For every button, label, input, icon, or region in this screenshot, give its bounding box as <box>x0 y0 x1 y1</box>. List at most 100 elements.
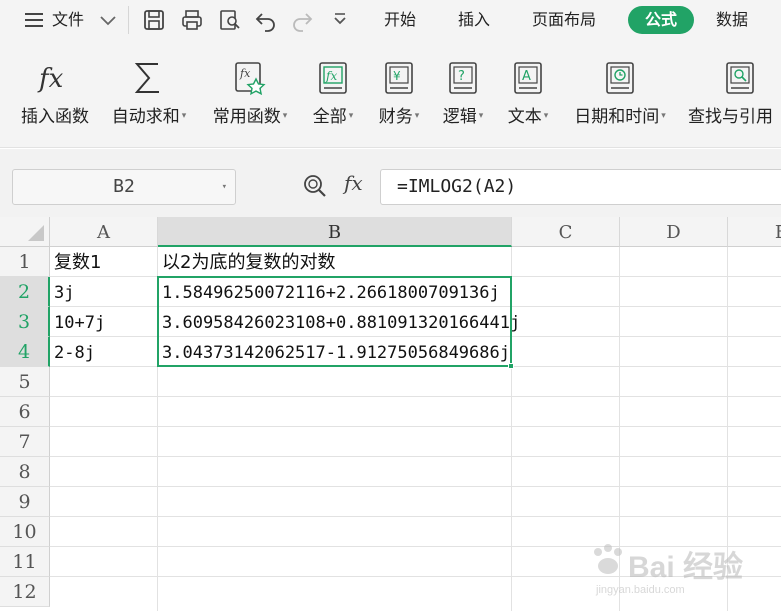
formula-input[interactable]: =IMLOG2(A2) <box>380 169 781 205</box>
row-header-6[interactable]: 6 <box>0 397 50 427</box>
caret-down-icon: ▾ <box>543 111 549 121</box>
grid-line <box>511 247 512 611</box>
insert-function-button[interactable]: fx 插入函数 <box>14 40 96 148</box>
row-header-4[interactable]: 4 <box>0 337 50 367</box>
paw-logo-icon <box>594 544 622 574</box>
fx-icon: fx <box>37 60 73 96</box>
undo-icon[interactable] <box>254 8 278 32</box>
cell-b1[interactable]: 以2为底的复数的对数 <box>162 247 335 277</box>
lookup-reference-label: 查找与引用 <box>688 107 773 127</box>
book-a-icon: A <box>510 60 546 96</box>
cell-b3[interactable]: 3.60958426023108+0.881091320166441j <box>162 307 520 337</box>
grid-line <box>50 426 781 427</box>
menu-bar: 文件 开始 插入 页面布局 公式 数据 <box>0 0 781 40</box>
zoom-search-icon[interactable] <box>302 173 328 199</box>
cell-b2[interactable]: 1.58496250072116+2.2661800709136j <box>162 277 500 307</box>
book-question-icon: ? <box>445 60 481 96</box>
row-header-3[interactable]: 3 <box>0 307 50 337</box>
star-function-icon: fx <box>232 60 268 96</box>
text-functions-label: 文本 <box>507 107 542 127</box>
cell-b4[interactable]: 3.04373142062517-1.91275056849686j <box>162 337 510 367</box>
redo-icon[interactable] <box>290 8 314 32</box>
row-header-1[interactable]: 1 <box>0 247 50 277</box>
print-preview-icon[interactable] <box>218 8 242 32</box>
file-menu[interactable]: 文件 <box>52 0 84 40</box>
caret-down-icon: ▾ <box>348 111 354 121</box>
hamburger-menu-icon[interactable] <box>22 8 46 32</box>
ribbon-toolbar: fx 插入函数 自动求和 ▾ fx 常用函数 ▾ fx 全部 ▾ ¥ 财务 ▾ ? 逻辑… <box>0 40 781 148</box>
column-header-a[interactable]: A <box>50 217 158 247</box>
all-functions-button[interactable]: fx 全部 ▾ <box>306 40 360 148</box>
customize-toolbar-icon[interactable] <box>328 8 352 32</box>
row-header-11[interactable]: 11 <box>0 547 50 577</box>
book-clock-icon <box>602 60 638 96</box>
name-box[interactable]: B2 ▾ <box>12 169 236 205</box>
common-functions-label: 常用函数 <box>212 107 281 127</box>
row-header-2[interactable]: 2 <box>0 277 50 307</box>
grid-line <box>157 247 158 611</box>
row-header-12[interactable]: 12 <box>0 577 50 607</box>
tab-insert[interactable]: 插入 <box>458 0 490 40</box>
lookup-reference-button[interactable]: 查找与引用 <box>686 40 781 148</box>
date-time-label: 日期和时间 <box>574 107 660 127</box>
save-icon[interactable] <box>142 8 166 32</box>
chevron-down-icon[interactable] <box>96 8 120 32</box>
baidu-jingyan-watermark: Bai 经验 jingyan.baidu.com <box>588 540 748 600</box>
fx-insert-function-icon[interactable]: fx <box>344 171 363 195</box>
all-functions-label: 全部 <box>312 107 347 127</box>
fill-handle[interactable] <box>508 363 514 369</box>
caret-down-icon: ▾ <box>478 111 484 121</box>
book-fx-icon: fx <box>315 60 351 96</box>
logical-button[interactable]: ? 逻辑 ▾ <box>436 40 490 148</box>
formula-bar: B2 ▾ fx =IMLOG2(A2) <box>0 149 781 217</box>
grid-line <box>50 456 781 457</box>
svg-text:A: A <box>522 69 531 84</box>
column-header-e[interactable]: E <box>728 217 781 247</box>
cell-a3[interactable]: 10+7j <box>54 307 105 337</box>
row-header-9[interactable]: 9 <box>0 487 50 517</box>
svg-text:fx: fx <box>37 64 64 94</box>
grid-line <box>50 396 781 397</box>
book-search-icon <box>722 60 758 96</box>
svg-text:?: ? <box>458 69 465 84</box>
watermark-text: Bai 经验 <box>628 551 744 584</box>
row-header-10[interactable]: 10 <box>0 517 50 547</box>
text-functions-button[interactable]: A 文本 ▾ <box>500 40 556 148</box>
row-header-7[interactable]: 7 <box>0 427 50 457</box>
svg-text:fx: fx <box>239 67 251 80</box>
common-functions-button[interactable]: fx 常用函数 ▾ <box>204 40 296 148</box>
caret-down-icon[interactable]: ▾ <box>222 170 227 204</box>
cell-a4[interactable]: 2-8j <box>54 337 95 367</box>
insert-function-label: 插入函数 <box>21 107 89 127</box>
column-header-b[interactable]: B <box>158 217 512 247</box>
caret-down-icon: ▾ <box>282 111 288 121</box>
autosum-button[interactable]: 自动求和 ▾ <box>104 40 194 148</box>
column-header-d[interactable]: D <box>620 217 728 247</box>
autosum-label: 自动求和 <box>111 107 180 127</box>
tab-formulas[interactable]: 公式 <box>628 6 694 34</box>
name-box-value: B2 <box>113 176 135 197</box>
select-all-corner[interactable] <box>0 217 50 247</box>
grid-line <box>50 486 781 487</box>
tab-home[interactable]: 开始 <box>384 0 416 40</box>
caret-down-icon: ▾ <box>661 111 666 121</box>
watermark-url: jingyan.baidu.com <box>596 584 685 596</box>
row-header-5[interactable]: 5 <box>0 367 50 397</box>
svg-text:fx: fx <box>325 69 337 83</box>
financial-label: 财务 <box>378 107 413 127</box>
tab-page-layout[interactable]: 页面布局 <box>532 0 596 40</box>
date-time-button[interactable]: 日期和时间 ▾ <box>566 40 674 148</box>
grid-line <box>50 516 781 517</box>
sigma-icon <box>131 60 167 96</box>
column-header-c[interactable]: C <box>512 217 620 247</box>
row-header-8[interactable]: 8 <box>0 457 50 487</box>
book-yen-icon: ¥ <box>381 60 417 96</box>
cell-a2[interactable]: 3j <box>54 277 74 307</box>
logical-label: 逻辑 <box>442 107 477 127</box>
financial-button[interactable]: ¥ 财务 ▾ <box>372 40 426 148</box>
cell-a1[interactable]: 复数1 <box>54 247 101 277</box>
svg-text:¥: ¥ <box>393 69 401 83</box>
caret-down-icon: ▾ <box>414 111 420 121</box>
print-icon[interactable] <box>180 8 204 32</box>
tab-data[interactable]: 数据 <box>716 0 748 40</box>
